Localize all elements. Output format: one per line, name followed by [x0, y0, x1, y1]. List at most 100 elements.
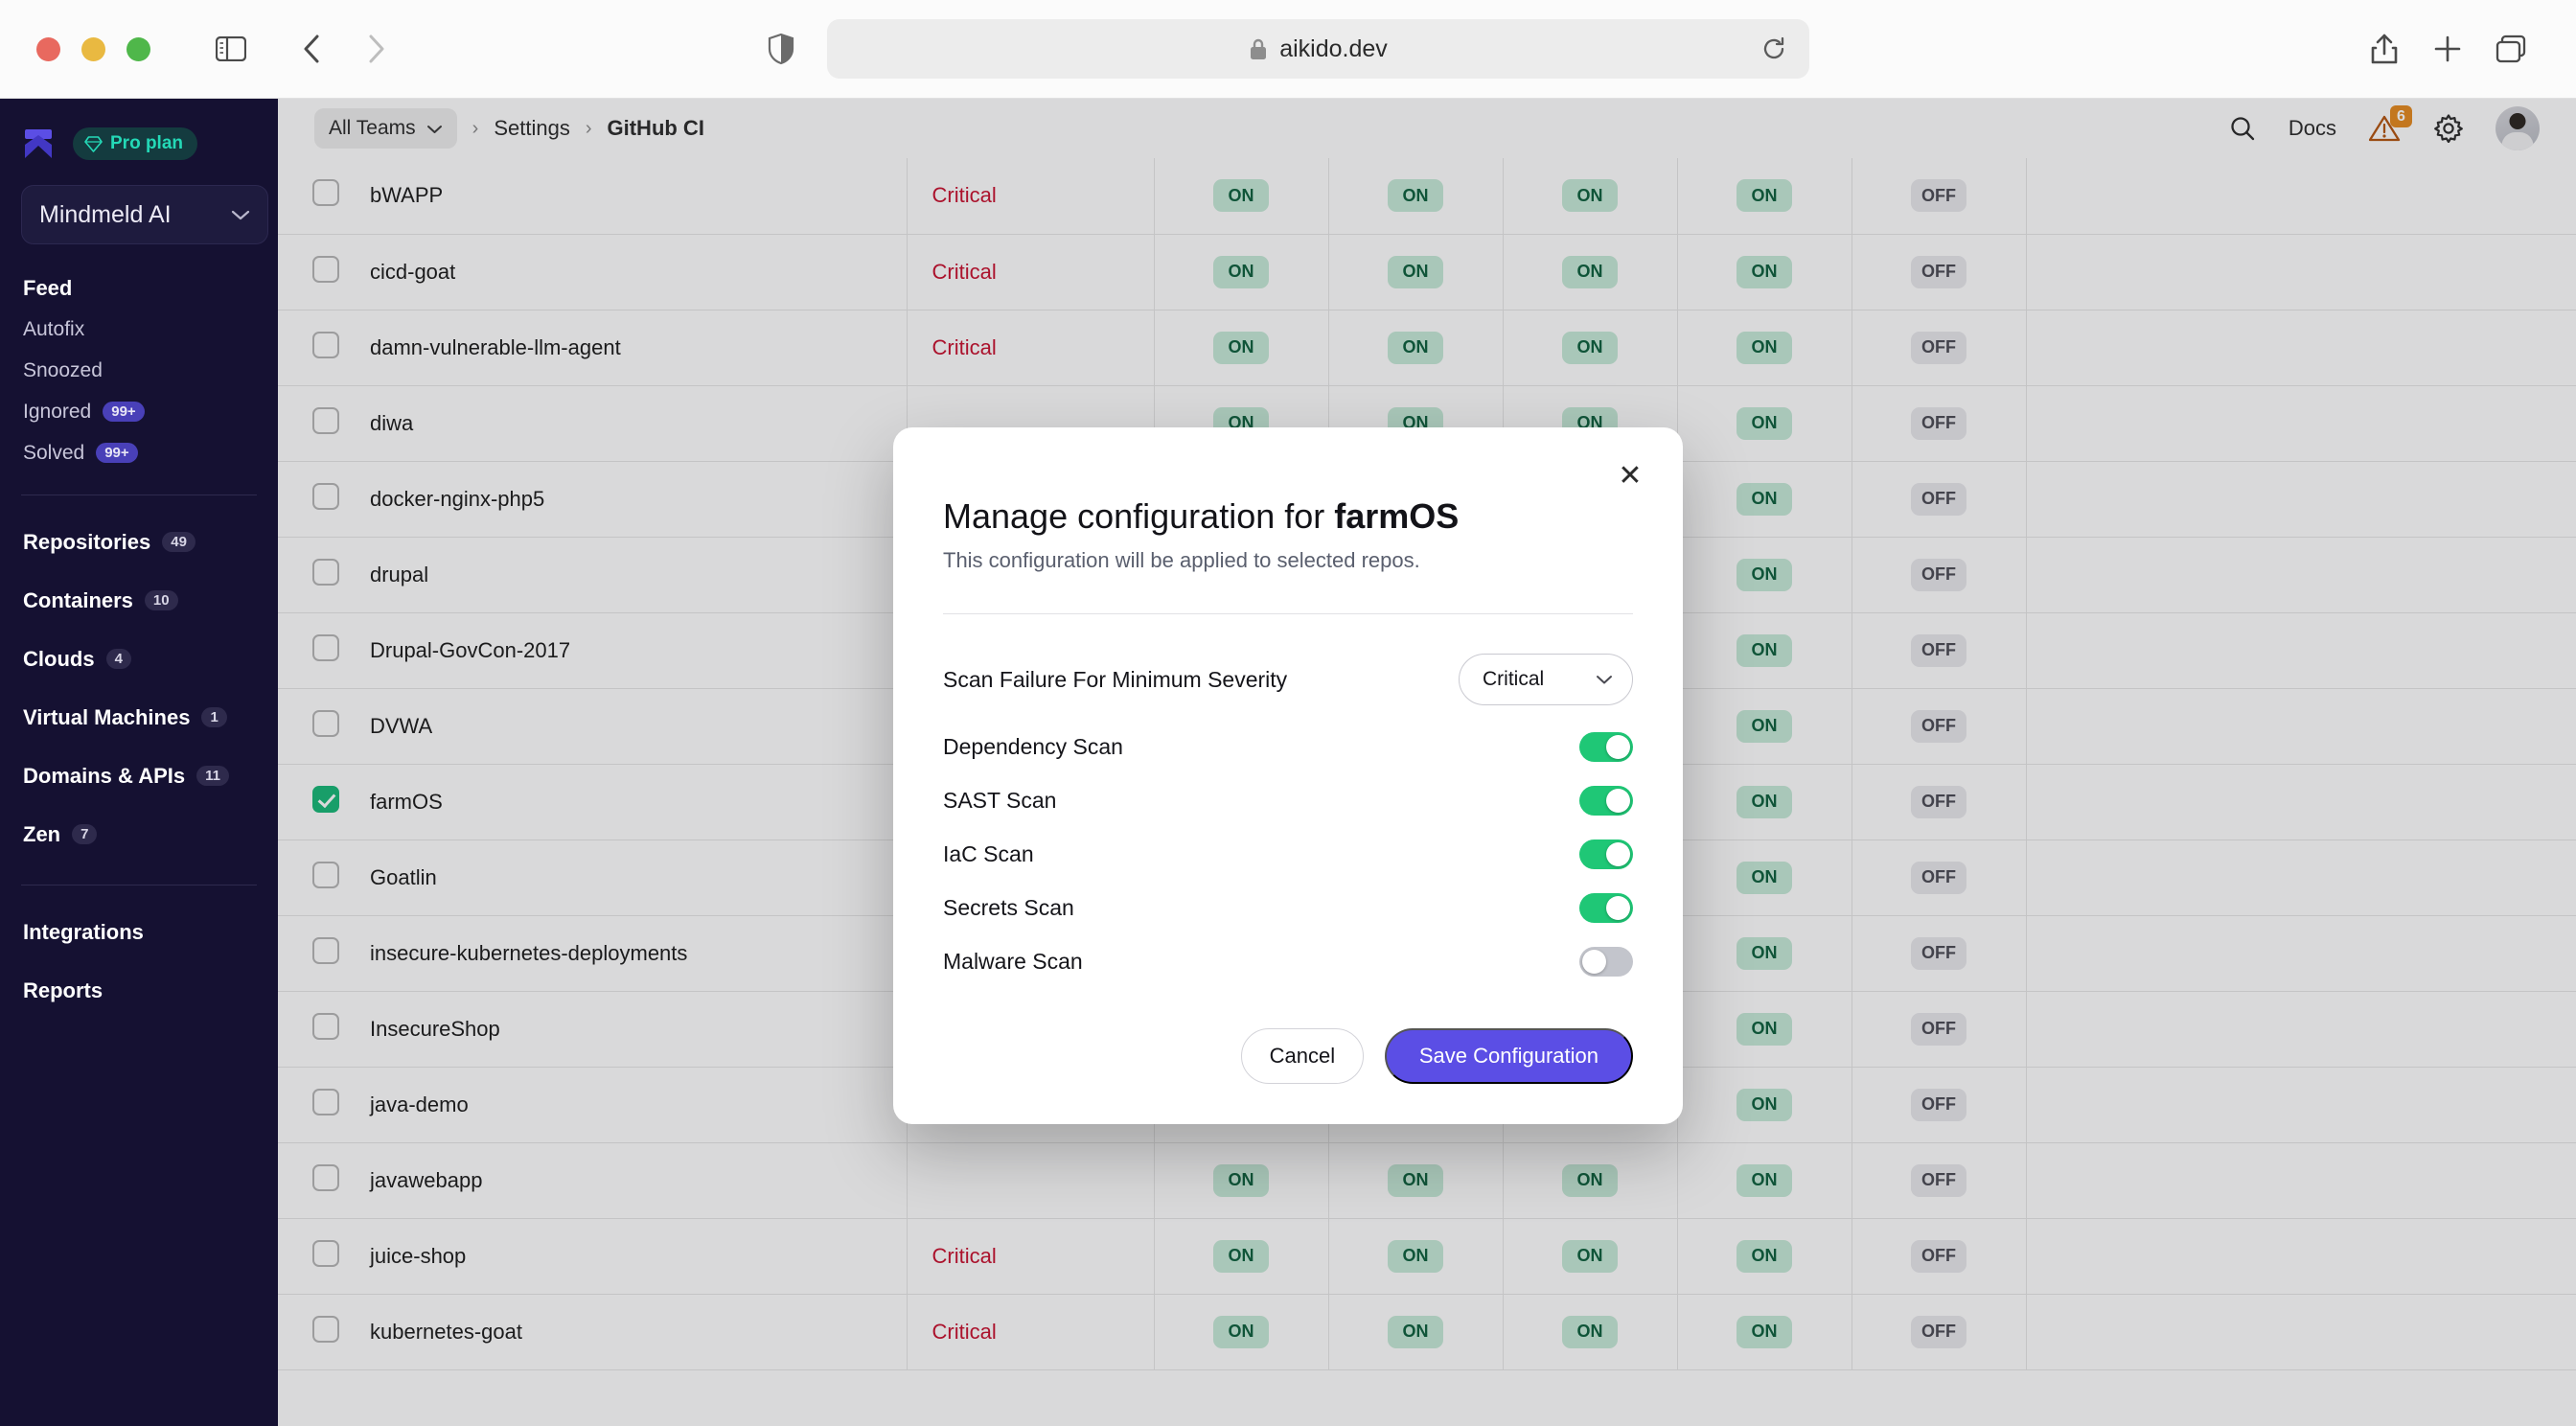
- sidebar-header: Pro plan: [21, 99, 257, 168]
- browser-chrome: aikido.dev: [0, 0, 2576, 99]
- sidebar-item-autofix[interactable]: Autofix: [21, 309, 257, 350]
- toggle-knob: [1606, 734, 1630, 759]
- scan-toggle-label: SAST Scan: [943, 787, 1057, 813]
- shield-icon[interactable]: [756, 24, 806, 74]
- scan-toggle-row: Secrets Scan: [943, 881, 1633, 934]
- sidebar-item-label: Snoozed: [23, 358, 103, 381]
- sidebar-item-domains-apis[interactable]: Domains & APIs 11: [21, 747, 257, 805]
- sidebar-item-solved[interactable]: Solved 99+: [21, 432, 257, 473]
- maximize-window-button[interactable]: [126, 36, 150, 61]
- sidebar-item-badge: 99+: [96, 443, 138, 463]
- sidebar-assets-section: Repositories 49 Containers 10 Clouds 4 V…: [21, 513, 257, 863]
- severity-label: Scan Failure For Minimum Severity: [943, 666, 1288, 692]
- chevron-right-icon[interactable]: [352, 24, 402, 74]
- sidebar-item-repositories[interactable]: Repositories 49: [21, 513, 257, 571]
- scan-toggle-switch[interactable]: [1579, 785, 1633, 816]
- sidebar-item-label: Domains & APIs: [23, 763, 186, 788]
- scan-toggle-switch[interactable]: [1579, 946, 1633, 977]
- toggle-knob: [1606, 895, 1630, 920]
- diamond-icon: [84, 135, 103, 152]
- modal-divider: [943, 613, 1633, 614]
- toggle-knob: [1606, 841, 1630, 866]
- sidebar-item-integrations[interactable]: Integrations: [21, 903, 257, 961]
- scan-toggle-row: Malware Scan: [943, 934, 1633, 988]
- sidebar-item-badge: 49: [162, 532, 196, 552]
- manage-configuration-modal: ✕ Manage configuration for farmOS This c…: [893, 427, 1683, 1124]
- tab-overview-icon[interactable]: [2486, 24, 2536, 74]
- scan-toggle-label: Dependency Scan: [943, 733, 1123, 759]
- url-text: aikido.dev: [1279, 34, 1388, 62]
- plan-badge-label: Pro plan: [110, 133, 184, 153]
- sidebar-item-label: Reports: [23, 978, 104, 1002]
- sidebar-item-reports[interactable]: Reports: [21, 961, 257, 1020]
- scan-toggle-row: SAST Scan: [943, 773, 1633, 827]
- scan-toggle-rows: Dependency Scan SAST Scan IaC Scan Secrets …: [943, 720, 1633, 988]
- scan-toggle-label: Secrets Scan: [943, 894, 1074, 920]
- plus-icon[interactable]: [2423, 24, 2472, 74]
- sidebar-item-snoozed[interactable]: Snoozed: [21, 350, 257, 391]
- toggle-knob: [1582, 949, 1606, 974]
- sidebar-item-label: Containers: [23, 587, 133, 612]
- scan-toggle-row: IaC Scan: [943, 827, 1633, 881]
- sidebar-item-badge: 11: [196, 766, 229, 786]
- sidebar-divider-2: [21, 885, 257, 886]
- close-icon[interactable]: ✕: [1614, 460, 1646, 493]
- chevron-down-icon: [231, 209, 250, 221]
- sidebar-item-badge: 10: [144, 590, 178, 610]
- severity-select[interactable]: Critical: [1459, 654, 1633, 705]
- window-traffic-lights: [36, 36, 150, 61]
- sidebar-item-label: Autofix: [23, 317, 85, 340]
- sidebar-item-feed[interactable]: Feed: [21, 267, 257, 309]
- sidebar-item-label: Clouds: [23, 646, 95, 671]
- scan-toggle-switch[interactable]: [1579, 839, 1633, 869]
- minimize-window-button[interactable]: [81, 36, 105, 61]
- sidebar-item-badge: 4: [105, 649, 131, 669]
- sidebar-item-clouds[interactable]: Clouds 4: [21, 630, 257, 688]
- sidebar-toggle-icon[interactable]: [206, 24, 256, 74]
- sidebar: Pro plan Mindmeld AI Feed Autofix Snooze…: [0, 99, 278, 1426]
- save-configuration-button[interactable]: Save Configuration: [1384, 1028, 1633, 1084]
- severity-config-row: Scan Failure For Minimum Severity Critic…: [943, 649, 1633, 710]
- share-icon[interactable]: [2359, 24, 2409, 74]
- reload-icon[interactable]: [1761, 36, 1786, 61]
- scan-toggle-row: Dependency Scan: [943, 720, 1633, 773]
- chevron-down-icon: [1596, 674, 1613, 685]
- cancel-button[interactable]: Cancel: [1240, 1028, 1364, 1084]
- scan-toggle-switch[interactable]: [1579, 731, 1633, 762]
- modal-title: Manage configuration for farmOS: [943, 496, 1633, 537]
- sidebar-item-label: Ignored: [23, 400, 92, 423]
- sidebar-bottom-section: Integrations Reports: [21, 903, 257, 1020]
- sidebar-item-label: Integrations: [23, 919, 144, 944]
- modal-title-prefix: Manage configuration for: [943, 496, 1335, 536]
- plan-badge[interactable]: Pro plan: [73, 127, 198, 160]
- modal-actions: Cancel Save Configuration: [943, 1028, 1633, 1084]
- sidebar-item-zen[interactable]: Zen 7: [21, 805, 257, 863]
- severity-select-value: Critical: [1483, 668, 1545, 690]
- sidebar-item-label: Repositories: [23, 529, 151, 554]
- aikido-logo[interactable]: [21, 127, 56, 160]
- toggle-knob: [1606, 788, 1630, 813]
- sidebar-item-badge: 99+: [103, 402, 145, 422]
- modal-subtitle: This configuration will be applied to se…: [943, 548, 1420, 572]
- sidebar-item-badge: 1: [201, 707, 227, 727]
- sidebar-item-ignored[interactable]: Ignored 99+: [21, 391, 257, 432]
- chevron-left-icon[interactable]: [287, 24, 336, 74]
- modal-title-target: farmOS: [1334, 496, 1460, 536]
- org-switcher[interactable]: Mindmeld AI: [21, 185, 268, 244]
- address-bar[interactable]: aikido.dev: [827, 19, 1809, 79]
- close-window-button[interactable]: [36, 36, 60, 61]
- scan-toggle-label: Malware Scan: [943, 948, 1083, 974]
- sidebar-item-label: Feed: [23, 275, 73, 300]
- sidebar-item-label: Virtual Machines: [23, 704, 191, 729]
- sidebar-divider: [21, 494, 257, 495]
- sidebar-item-label: Zen: [23, 821, 61, 846]
- sidebar-item-badge: 7: [72, 824, 98, 844]
- lock-icon: [1249, 37, 1268, 61]
- sidebar-item-virtual-machines[interactable]: Virtual Machines 1: [21, 688, 257, 747]
- scan-toggle-label: IaC Scan: [943, 840, 1034, 866]
- sidebar-item-label: Solved: [23, 441, 85, 464]
- sidebar-item-containers[interactable]: Containers 10: [21, 571, 257, 630]
- scan-toggle-switch[interactable]: [1579, 892, 1633, 923]
- sidebar-feed-section: Feed Autofix Snoozed Ignored 99+ Solved …: [21, 267, 257, 473]
- org-switcher-value: Mindmeld AI: [39, 200, 172, 228]
